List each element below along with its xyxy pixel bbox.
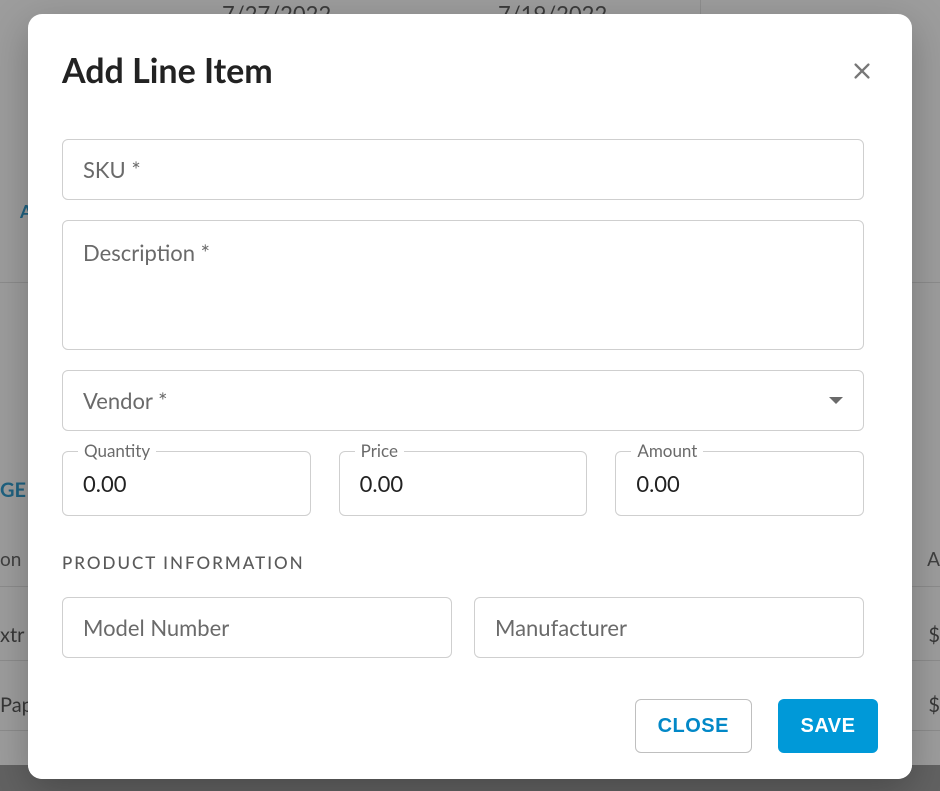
modal-scroll-area[interactable]: SKU * Description * Vendor * Quantity 0.…: [28, 99, 912, 677]
model-number-label: Model Number: [63, 598, 451, 657]
price-field[interactable]: Price 0.00: [339, 451, 588, 516]
close-icon: [851, 60, 873, 82]
modal-footer: CLOSE SAVE: [28, 677, 912, 779]
vendor-select[interactable]: Vendor *: [62, 370, 864, 431]
amount-field[interactable]: Amount 0.00: [615, 451, 864, 516]
product-information-heading: PRODUCT INFORMATION: [62, 552, 864, 573]
chevron-down-icon: [829, 397, 843, 404]
vendor-label: Vendor *: [63, 371, 187, 430]
quantity-field[interactable]: Quantity 0.00: [62, 451, 311, 516]
price-label: Price: [355, 440, 404, 461]
manufacturer-label: Manufacturer: [475, 598, 863, 657]
modal-header: Add Line Item: [28, 14, 912, 99]
description-label: Description *: [63, 221, 863, 282]
model-number-input[interactable]: Model Number: [62, 597, 452, 658]
manufacturer-input[interactable]: Manufacturer: [474, 597, 864, 658]
amount-label: Amount: [631, 440, 703, 461]
quantity-label: Quantity: [78, 440, 156, 461]
close-icon-button[interactable]: [846, 55, 878, 87]
modal-overlay: Add Line Item SKU * Description * Vendor…: [0, 0, 940, 791]
description-input[interactable]: Description *: [62, 220, 864, 350]
close-button[interactable]: CLOSE: [635, 699, 752, 753]
sku-label: SKU *: [63, 140, 863, 199]
save-button[interactable]: SAVE: [778, 699, 878, 753]
sku-input[interactable]: SKU *: [62, 139, 864, 200]
modal-title: Add Line Item: [62, 50, 273, 91]
add-line-item-modal: Add Line Item SKU * Description * Vendor…: [28, 14, 912, 779]
modal-body: SKU * Description * Vendor * Quantity 0.…: [28, 99, 912, 677]
